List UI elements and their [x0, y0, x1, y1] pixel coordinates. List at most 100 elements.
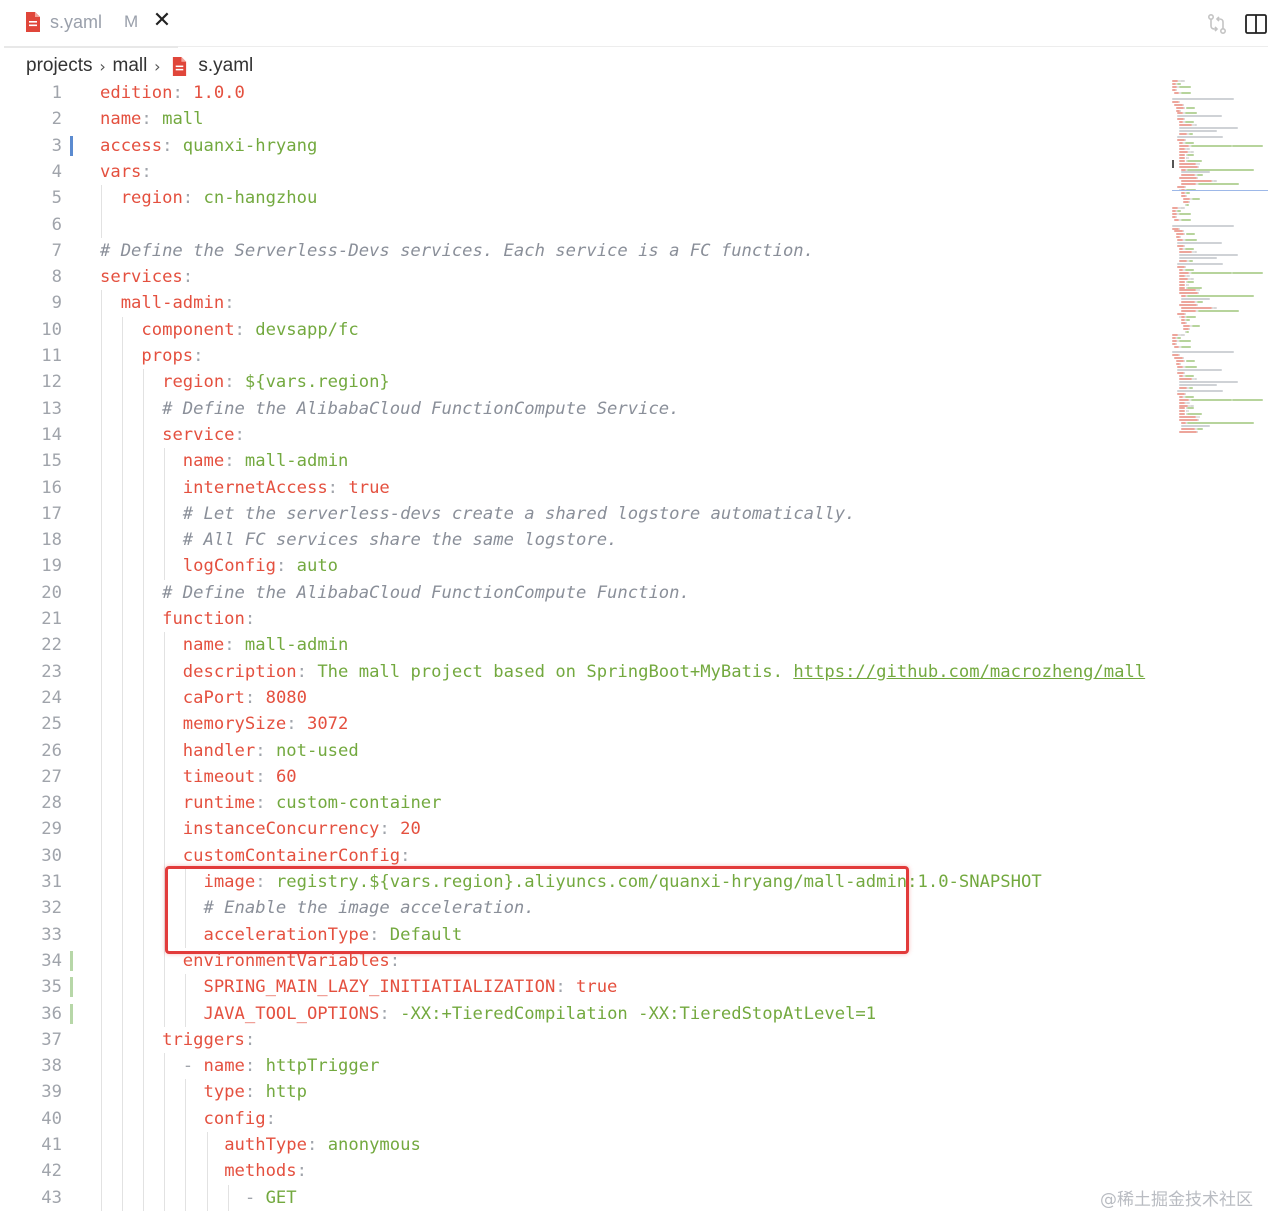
code-line[interactable]: 35 SPRING_MAIN_LAZY_INITIATIALIZATION: t…	[0, 974, 1170, 1000]
code-line[interactable]: 37 triggers:	[0, 1027, 1170, 1053]
code-line[interactable]: 18 # All FC services share the same logs…	[0, 527, 1170, 553]
code-line[interactable]: 26 handler: not-used	[0, 738, 1170, 764]
code-line[interactable]: 6	[0, 212, 1170, 238]
code-line[interactable]: 41 authType: anonymous	[0, 1132, 1170, 1158]
minimap-line	[1193, 251, 1198, 254]
minimap-line	[1179, 162, 1197, 165]
minimap-line	[1181, 183, 1197, 186]
minimap-line	[1179, 304, 1198, 307]
yaml-value: custom-container	[275, 793, 442, 814]
code-line[interactable]: 27 timeout: 60	[0, 764, 1170, 790]
code-line[interactable]: 42 methods:	[0, 1158, 1170, 1184]
modified-badge: M	[124, 12, 139, 31]
line-number: 43	[41, 1187, 62, 1208]
code-line[interactable]: 17 # Let the serverless-devs create a sh…	[0, 501, 1170, 527]
code-line[interactable]: 40 config:	[0, 1106, 1170, 1132]
code-editor[interactable]: 1 edition: 1.0.0 2 name: mall 3 access: quanx…	[0, 80, 1170, 1214]
breadcrumb-item-projects[interactable]: projects	[26, 55, 93, 77]
yaml-key: name	[182, 451, 225, 472]
minimap-line	[1177, 186, 1185, 189]
code-line[interactable]: 39 type: http	[0, 1079, 1170, 1105]
code-line[interactable]: 10 component: devsapp/fc	[0, 317, 1170, 343]
punctuation: :	[234, 319, 256, 340]
minimap-line	[1187, 283, 1190, 286]
code-line[interactable]: 1 edition: 1.0.0	[0, 80, 1170, 106]
link[interactable]: https://github.com/macrozheng/mall	[793, 662, 1145, 682]
code-line[interactable]: 20 # Define the AlibabaCloud FunctionCom…	[0, 580, 1170, 606]
code-line[interactable]: 16 internetAccess: true	[0, 475, 1170, 501]
code-line[interactable]: 2 name: mall	[0, 106, 1170, 132]
code-line[interactable]: 24 caPort: 8080	[0, 685, 1170, 711]
code-text: # Let the serverless-devs create a share…	[100, 501, 856, 527]
minimap-line	[1186, 401, 1190, 404]
line-number: 22	[41, 635, 62, 656]
code-line[interactable]: 19 logConfig: auto	[0, 553, 1170, 579]
code-line[interactable]: 12 region: ${vars.region}	[0, 369, 1170, 395]
minimap-line	[1177, 209, 1181, 212]
minimap-line	[1197, 431, 1199, 434]
code-line[interactable]: 21 function:	[0, 606, 1170, 632]
minimap-line	[1198, 419, 1200, 422]
breadcrumb-item-file[interactable]: s.yaml	[198, 55, 253, 77]
punctuation: :	[244, 687, 266, 708]
code-line[interactable]: 7 # Define the Serverless-Devs services. …	[0, 238, 1170, 264]
editor-tab[interactable]: s.yaml M ✕	[4, 0, 178, 48]
close-icon[interactable]: ✕	[150, 9, 174, 33]
indent-guide	[164, 632, 166, 1027]
yaml-key: props	[141, 346, 194, 366]
code-line[interactable]: 36 JAVA_TOOL_OPTIONS: -XX:+TieredCompila…	[0, 1001, 1170, 1027]
minimap-line	[1185, 233, 1195, 236]
minimap[interactable]	[1172, 80, 1268, 440]
punctuation: :	[379, 1003, 401, 1024]
minimap-line	[1172, 97, 1235, 100]
minimap-line	[1189, 200, 1191, 203]
punctuation: :	[182, 267, 194, 288]
code-line[interactable]: 22 name: mall-admin	[0, 632, 1170, 658]
split-editor-icon[interactable]	[1244, 12, 1268, 36]
code-line[interactable]: 3 access: quanxi-hryang	[0, 133, 1170, 159]
code-line[interactable]: 23 description: The mall project based o…	[0, 659, 1170, 685]
compare-changes-icon[interactable]	[1205, 12, 1229, 36]
code-line[interactable]: 14 service:	[0, 422, 1170, 448]
minimap-line	[1179, 398, 1190, 401]
code-line[interactable]: 38 - name: httpTrigger	[0, 1053, 1170, 1079]
yaml-key: description	[182, 661, 297, 682]
minimap-line	[1175, 215, 1177, 218]
minimap-line	[1172, 227, 1180, 230]
minimap-line	[1193, 124, 1198, 127]
breadcrumb-item-mall[interactable]: mall	[113, 55, 148, 77]
yaml-literal: 20	[400, 819, 421, 840]
minimap-line	[1179, 124, 1192, 127]
minimap-line	[1173, 357, 1183, 360]
minimap-line	[1181, 345, 1191, 348]
line-number: 16	[41, 477, 62, 498]
code-line[interactable]: 5 region: cn-hangzhou	[0, 185, 1170, 211]
yaml-key: region	[120, 188, 183, 209]
code-line[interactable]: 13 # Define the AlibabaCloud FunctionCom…	[0, 396, 1170, 422]
code-line[interactable]: 43 - GET	[0, 1185, 1170, 1211]
code-line[interactable]: 29 instanceConcurrency: 20	[0, 816, 1170, 842]
minimap-line	[1179, 130, 1217, 133]
code-line[interactable]: 8 services:	[0, 264, 1170, 290]
minimap-line	[1173, 103, 1183, 106]
punctuation: :	[255, 740, 276, 761]
minimap-line	[1187, 413, 1202, 416]
line-number: 42	[41, 1161, 62, 1182]
minimap-line	[1184, 366, 1198, 369]
code-line[interactable]: 4 vars:	[0, 159, 1170, 185]
code-line[interactable]: 11 props:	[0, 343, 1170, 369]
line-number: 40	[41, 1108, 62, 1129]
code-line[interactable]: 15 name: mall-admin	[0, 448, 1170, 474]
code-line[interactable]: 9 mall-admin:	[0, 290, 1170, 316]
minimap-line	[1179, 257, 1217, 259]
minimap-line	[1181, 422, 1186, 425]
code-line[interactable]: 28 runtime: custom-container	[0, 790, 1170, 816]
minimap-line	[1181, 174, 1196, 177]
minimap-line	[1184, 121, 1194, 124]
punctuation: :	[224, 293, 235, 314]
code-line[interactable]: 25 memorySize: 3072	[0, 711, 1170, 737]
